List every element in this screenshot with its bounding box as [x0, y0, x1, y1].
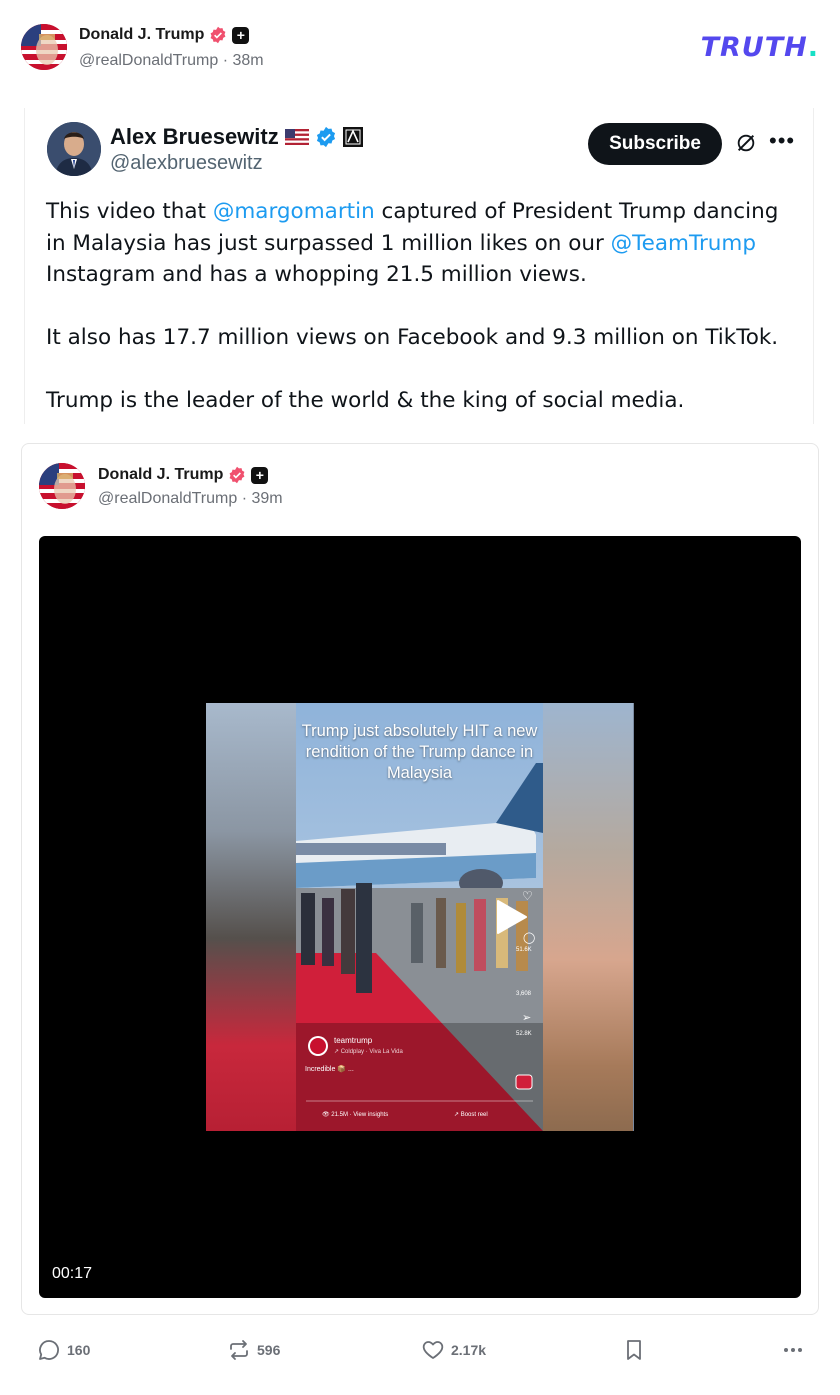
author-name[interactable]: Donald J. Trump	[79, 26, 204, 44]
reel-frame: Trump just absolutely HIT a new renditio…	[296, 703, 543, 1131]
video-player[interactable]: Trump just absolutely HIT a new renditio…	[39, 536, 801, 1298]
quote-name-row: Donald J. Trump +	[98, 466, 269, 484]
embed-paragraph-1: This video that @margomartin captured of…	[46, 196, 796, 291]
bookmark-icon	[627, 1340, 641, 1360]
us-flag-icon	[284, 129, 309, 145]
reel-song: ↗ Coldplay · Viva La Vida	[334, 1049, 403, 1055]
plus-badge-icon: +	[232, 26, 250, 44]
text-span: This video that	[46, 199, 213, 224]
meta-separator: ·	[237, 490, 252, 507]
flag-portrait-image	[21, 24, 67, 70]
embed-name-row: Alex Bruesewitz	[110, 124, 363, 150]
like-count: 2.17k	[451, 1342, 487, 1358]
video-thumbnail[interactable]: Trump just absolutely HIT a new renditio…	[206, 703, 634, 1131]
author-avatar[interactable]	[21, 24, 67, 70]
reel-comments-count: 51.6K	[516, 947, 532, 953]
text-span: Instagram and has a whopping 21.5 millio…	[46, 262, 587, 287]
meta-separator: ·	[218, 52, 233, 69]
heart-icon	[422, 1341, 444, 1359]
reel-boost: ↗ Boost reel	[454, 1112, 488, 1118]
embed-author-name: Alex Bruesewitz	[110, 124, 279, 149]
reel-caption-text: Incredible 📦 ...	[305, 1066, 354, 1073]
repost-count: 596	[257, 1342, 281, 1358]
like-button[interactable]: 2.17k	[421, 1338, 486, 1362]
more-options-button[interactable]	[781, 1338, 805, 1362]
play-icon[interactable]	[492, 899, 528, 935]
mention-teamtrump: @TeamTrump	[610, 230, 757, 256]
logo-text: TRUTH	[700, 32, 808, 63]
embed-post-text: This video that @margomartin captured of…	[46, 196, 796, 424]
grok-icon	[737, 134, 755, 152]
mention-margomartin: @margomartin	[212, 199, 375, 224]
blurred-right-panel	[543, 703, 633, 1131]
reel-heart-icon: ♡	[522, 889, 533, 903]
post-time[interactable]: 38m	[232, 52, 263, 69]
reel-shares-count: 52.8K	[516, 1031, 532, 1037]
reel-reposts-count: 3,608	[516, 991, 532, 997]
bookmark-button[interactable]	[622, 1338, 646, 1362]
blurred-left-panel	[206, 703, 296, 1131]
quote-author-name[interactable]: Donald J. Trump	[98, 466, 223, 484]
more-horizontal-icon: •••	[769, 128, 796, 153]
subscribe-button: Subscribe	[588, 123, 722, 165]
reel-caption: Trump just absolutely HIT a new renditio…	[301, 722, 538, 782]
reel-username: teamtrump	[334, 1036, 373, 1045]
verified-badge-icon	[229, 466, 245, 484]
plus-badge-icon: +	[251, 466, 269, 484]
flag-portrait-image	[39, 463, 85, 509]
reply-count: 160	[67, 1342, 91, 1358]
verified-badge-icon	[210, 26, 226, 44]
quote-author-avatar[interactable]	[39, 463, 85, 509]
embedded-post-image[interactable]: Alex Bruesewitz @alexbruesewitz Subscrib…	[24, 108, 814, 424]
post-header: Donald J. Trump + @realDonaldTrump · 38m…	[21, 24, 821, 74]
logo-dot: .	[807, 32, 819, 63]
embed-paragraph-3: Trump is the leader of the world & the k…	[46, 388, 685, 413]
embed-handle: @alexbruesewitz	[110, 152, 263, 174]
quote-author-handle[interactable]: @realDonaldTrump	[98, 490, 237, 507]
quoted-post-card[interactable]: Donald J. Trump + @realDonaldTrump · 39m	[21, 443, 819, 1315]
reply-icon	[39, 1340, 59, 1360]
truth-logo[interactable]: TRUTH.	[701, 32, 819, 63]
video-duration: 00:17	[52, 1265, 93, 1282]
action-bar: 160 596 2.17k	[0, 1330, 840, 1370]
portrait-image	[47, 122, 101, 176]
embed-paragraph-2: It also has 17.7 million views on Facebo…	[46, 325, 779, 350]
author-name-row: Donald J. Trump +	[79, 26, 250, 44]
quote-meta: @realDonaldTrump · 39m	[98, 490, 283, 508]
affiliate-badge-icon	[342, 127, 363, 147]
embed-avatar	[47, 122, 101, 176]
author-meta: @realDonaldTrump · 38m	[79, 52, 264, 70]
reel-comment-icon: ◯	[523, 932, 536, 944]
reel-share-icon: ➢	[522, 1012, 532, 1024]
repost-icon	[230, 1340, 248, 1360]
more-horizontal-icon	[784, 1348, 802, 1352]
reply-button[interactable]: 160	[37, 1338, 90, 1362]
quote-post-time[interactable]: 39m	[251, 490, 282, 507]
reel-views: 👁 21.5M · View insights	[322, 1112, 389, 1118]
author-handle[interactable]: @realDonaldTrump	[79, 52, 218, 69]
blue-verified-icon	[316, 126, 335, 148]
repost-button[interactable]: 596	[227, 1338, 280, 1362]
